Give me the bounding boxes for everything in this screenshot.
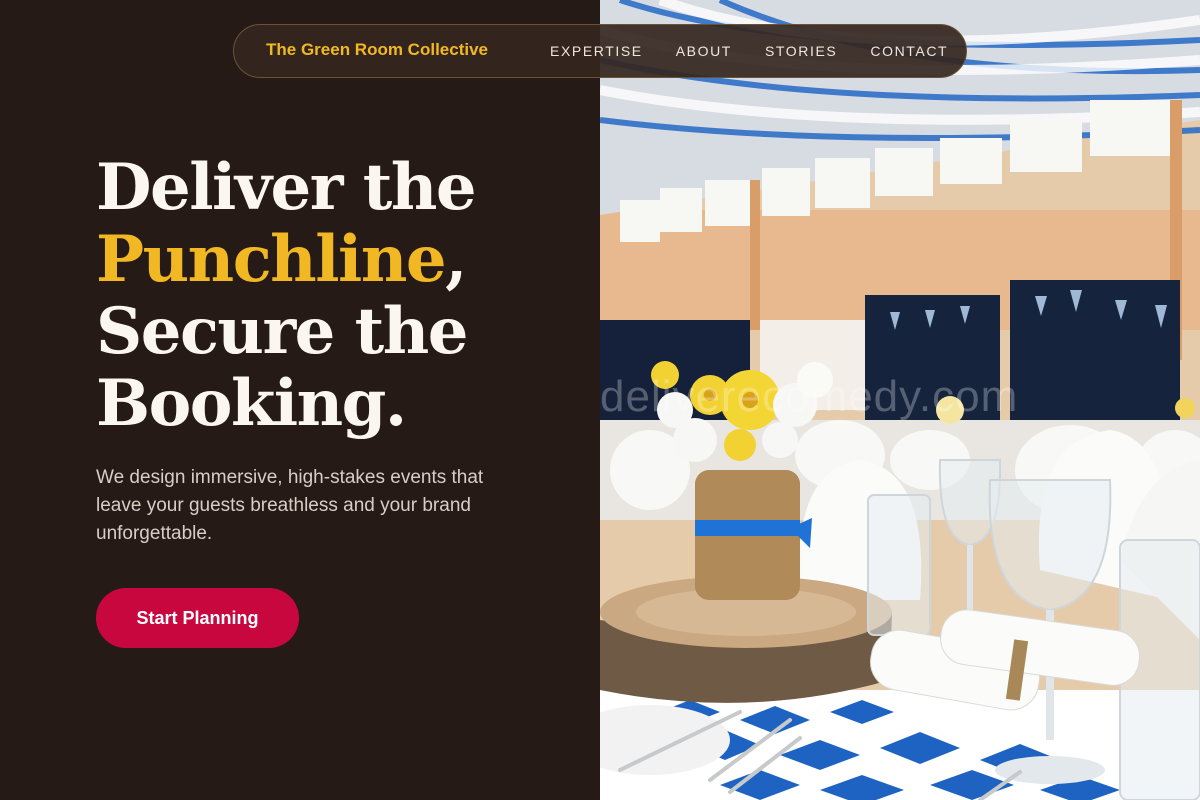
headline-line-1: Deliver the (96, 150, 477, 225)
start-planning-button[interactable]: Start Planning (96, 588, 299, 648)
nav-link-contact[interactable]: CONTACT (870, 43, 948, 59)
headline-line-3: Secure the (96, 294, 468, 369)
photo-watermark: deliverecomedy.com (600, 372, 1019, 421)
nav-link-expertise[interactable]: EXPERTISE (550, 43, 643, 59)
headline-line-2: Punchline, (96, 224, 596, 296)
headline-accent-comma: , (445, 222, 467, 297)
hero-venue-photo: deliverecomedy.com (600, 0, 1200, 800)
hero-subcopy: We design immersive, high-stakes events … (96, 467, 484, 544)
brand-logo-link[interactable]: The Green Room Collective (266, 40, 488, 60)
nav-links: EXPERTISE ABOUT STORIES CONTACT (550, 43, 948, 59)
top-nav: The Green Room Collective EXPERTISE ABOU… (233, 24, 967, 78)
nav-link-about[interactable]: ABOUT (676, 43, 732, 59)
nav-link-stories[interactable]: STORIES (765, 43, 837, 59)
headline-line-4: Booking. (96, 366, 407, 441)
headline-accent-word: Punchline (96, 222, 447, 297)
hero-headline: Deliver the Punchline, Secure the Bookin… (96, 152, 596, 440)
